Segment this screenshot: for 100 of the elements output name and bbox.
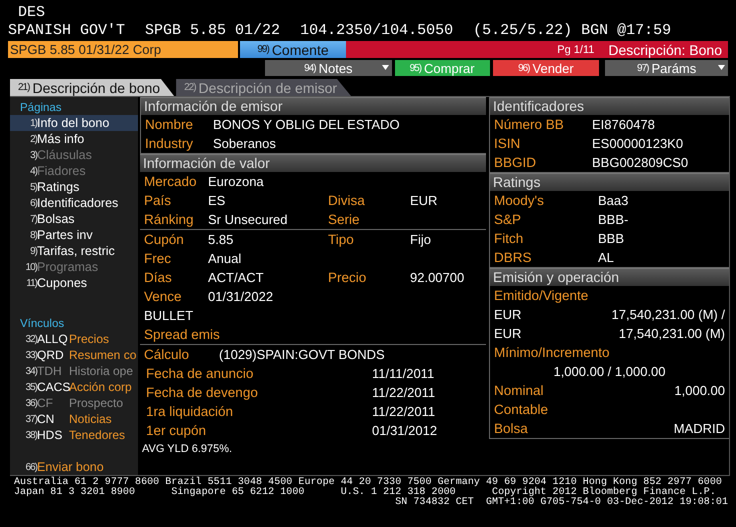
link-number: 36)	[24, 398, 37, 408]
field-label: Spread emis	[144, 326, 220, 344]
menu-button[interactable]: 94) Notes	[265, 60, 392, 76]
link-number: 34)	[24, 366, 37, 376]
section-header: Identificadores	[490, 97, 729, 115]
sidebar-item[interactable]: 6)Identificadores	[10, 195, 138, 211]
caret-icon	[718, 65, 725, 70]
quote-time: @17:59	[617, 22, 672, 39]
field-label: Vence	[144, 288, 183, 306]
section-header: Información de emisor	[141, 97, 486, 115]
field-label: Precio	[328, 269, 368, 287]
action-button[interactable]: 96) Vender	[492, 60, 600, 76]
section-title: Páginas	[19, 101, 63, 115]
field-label: Fecha de anuncio	[146, 365, 254, 383]
comment-button[interactable]: 99) Comente	[240, 41, 346, 58]
field-label: Fitch	[494, 230, 524, 248]
bid-ask-yield: (5.25/5.22)	[473, 22, 572, 39]
field-value: Fijo	[410, 231, 432, 249]
link-label[interactable]: Resumen co	[69, 348, 136, 362]
field-value: 1,000.00 / 1,000.00	[553, 363, 666, 381]
field-value: 01/31/2012	[372, 422, 438, 440]
field-value: BBB-	[598, 211, 630, 229]
caret-icon	[382, 65, 389, 70]
section-header: Ratings	[490, 173, 729, 191]
field-label: País	[144, 192, 172, 210]
field-value: 1,000.00	[674, 382, 725, 400]
field-label: Nombre	[145, 116, 194, 134]
field-value: 01/31/2022	[208, 288, 274, 306]
sidebar-item[interactable]: 5)Ratings	[10, 179, 138, 195]
section-header: Emisión y operación	[490, 268, 729, 286]
function-link[interactable]: ALLQ	[37, 332, 69, 346]
link-label[interactable]: Precios	[69, 332, 110, 346]
field-value: ACT/ACT	[208, 269, 265, 287]
field-value: Eurozona	[208, 173, 265, 191]
security-field[interactable]: SPGB 5.85 01/31/22 Corp	[8, 41, 238, 58]
currency: EUR	[494, 306, 522, 324]
field-label: Días	[144, 269, 173, 287]
field-value: 11/11/2011	[372, 365, 436, 383]
send-link[interactable]: Enviar bono	[37, 460, 104, 474]
field-label: Cupón	[144, 231, 185, 249]
field-value: AL	[598, 249, 615, 267]
sidebar-item[interactable]: 1)Info del bono	[10, 115, 138, 131]
tab[interactable]: 21) Descripción de bono	[10, 79, 174, 96]
function-link[interactable]: CN	[37, 412, 69, 426]
field-value: ES	[208, 192, 226, 210]
function-link[interactable]: QRD	[37, 348, 69, 362]
field-value: Soberanos	[213, 135, 277, 153]
field-value: Anual	[208, 250, 242, 268]
footer-text: Australia 61 2 9777 8600 Brazil 5511 3048 4500 Europe 44 20 7330 7500 Germany 49 69 9204 1210 Hong Kong 852 2977 6000	[14, 478, 722, 488]
field-label: Contable	[494, 401, 548, 419]
field-label: BBGID	[494, 154, 538, 172]
yield-note: AVG YLD 6.975%.	[141, 442, 234, 455]
amount: 17,540,231.00 (M) /	[612, 306, 725, 324]
field-label: Mínimo/Incremento	[494, 344, 610, 362]
sidebar-item[interactable]: 8)Partes inv	[10, 227, 138, 243]
field-label: Frec	[144, 250, 172, 268]
price-source: BGN	[581, 22, 608, 39]
link-number: 66)	[24, 462, 37, 472]
link-number: 33)	[24, 350, 37, 360]
field-label: Moody's	[494, 192, 545, 210]
field-value: 92.00700	[410, 269, 466, 287]
link-number: 37)	[24, 414, 37, 424]
link-label[interactable]: Tenedores	[69, 428, 126, 442]
function-link[interactable]: CACS	[37, 380, 69, 394]
field-value: ES00000123K0	[592, 135, 684, 153]
sidebar-item[interactable]: 11)Cupones	[10, 275, 138, 291]
section-title: Vínculos	[19, 317, 66, 331]
sidebar-item[interactable]: 9)Tarifas, restric	[10, 243, 138, 259]
field-label: ISIN	[494, 135, 522, 153]
bid-ask-price: 104.2350/104.5050	[300, 22, 454, 39]
sidebar-item[interactable]: 2)Más info	[10, 131, 138, 147]
field-label: Bolsa	[494, 420, 528, 438]
security-name: SPANISH GOV'T	[8, 22, 126, 39]
field-value: EI8760478	[592, 116, 656, 134]
link-number: 32)	[24, 334, 37, 344]
field-value: MADRID	[674, 420, 725, 438]
ticker: SPGB 5.85 01/22	[145, 22, 280, 39]
field-value: BBB	[598, 230, 626, 248]
field-value: 11/22/2011	[372, 403, 436, 421]
field-label: Industry	[145, 135, 194, 153]
field-label: Número BB	[494, 116, 565, 134]
field-label: S&P	[494, 211, 522, 229]
field-label: Ránking	[144, 211, 195, 229]
menu-button[interactable]: 97) Paráms	[605, 60, 728, 76]
field-label: Emitido/Vigente	[494, 287, 588, 305]
link-label[interactable]: Acción corp	[69, 380, 132, 394]
field-value: BBG002809CS0	[592, 154, 690, 172]
page-indicator: Pg 1/11	[557, 44, 594, 56]
link-label[interactable]: Noticias	[69, 412, 112, 426]
function-link[interactable]: HDS	[37, 428, 69, 442]
field-label: Serie	[328, 211, 361, 229]
footer-text: Japan 81 3 3201 8900 Singapore 65 6212 1000 U.S. 1 212 318 2000 Copyright 2012 Bloomberg Finance L.P.	[14, 488, 716, 498]
link-number: 38)	[24, 430, 37, 440]
amount: 17,540,231.00 (M)	[618, 325, 725, 343]
field-label: Nominal	[494, 382, 544, 400]
field-value: BULLET	[144, 307, 194, 325]
tab[interactable]: 22) Descripción de emisor	[176, 79, 352, 96]
sidebar-item[interactable]: 7)Bolsas	[10, 211, 138, 227]
link-number: 35)	[24, 382, 37, 392]
field-value: Sr Unsecured	[208, 211, 288, 229]
